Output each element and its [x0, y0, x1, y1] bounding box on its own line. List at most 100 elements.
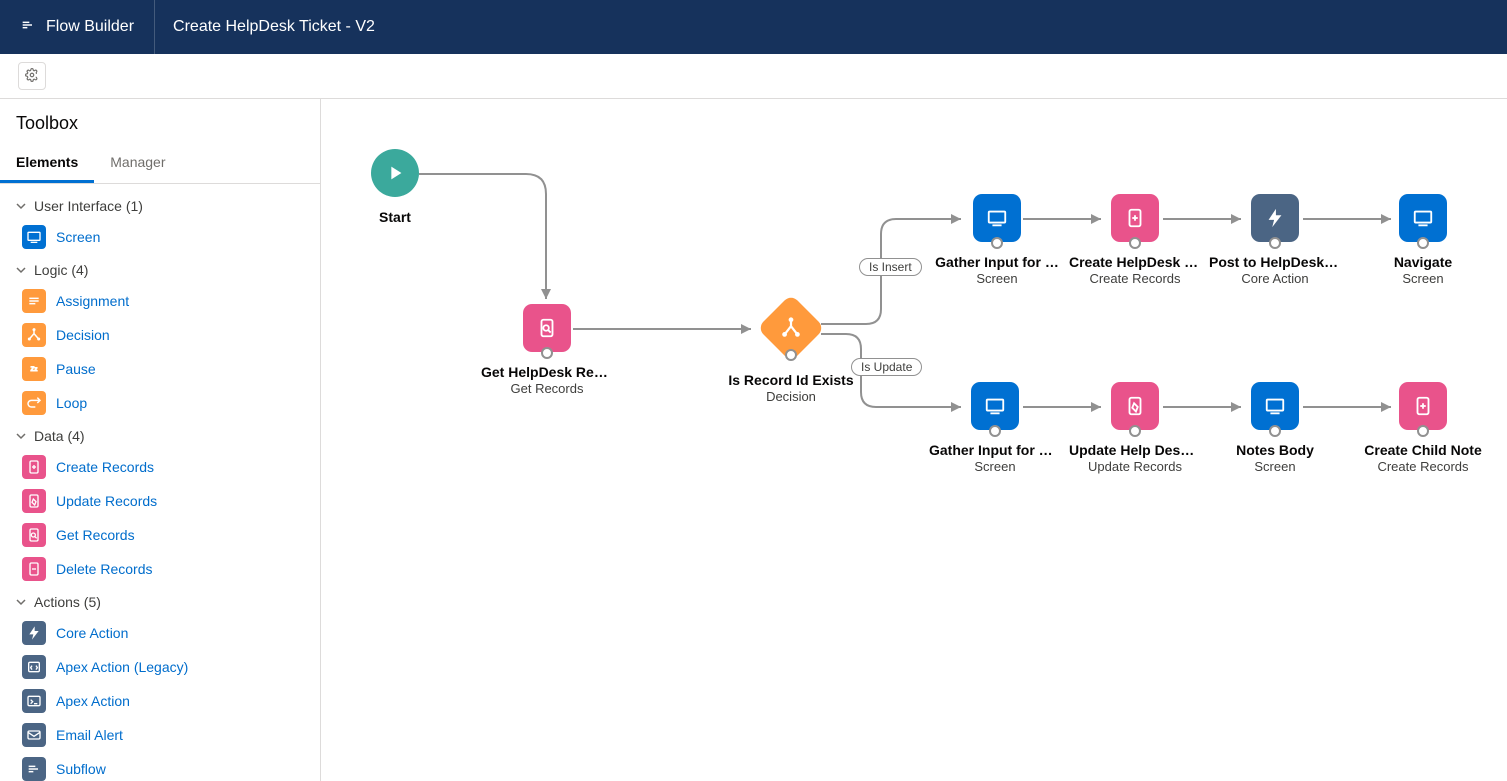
palette-apex-legacy[interactable]: Apex Action (Legacy): [8, 650, 312, 684]
loop-icon: [22, 391, 46, 415]
palette-item-label: Email Alert: [56, 727, 123, 743]
palette-create-records[interactable]: Create Records: [8, 450, 312, 484]
node-label: Gather Input for …: [931, 254, 1063, 270]
chevron-down-icon: [14, 263, 28, 277]
create-records-icon: [22, 455, 46, 479]
palette-item-label: Subflow: [56, 761, 106, 777]
screen-icon: [971, 382, 1019, 430]
bolt-icon: [1251, 194, 1299, 242]
palette-item-label: Create Records: [56, 459, 154, 475]
update-records-icon: [1111, 382, 1159, 430]
tab-elements[interactable]: Elements: [0, 144, 94, 183]
node-create-child-note[interactable]: Create Child Note Create Records: [1357, 382, 1489, 474]
palette-get-records[interactable]: Get Records: [8, 518, 312, 552]
gear-icon: [25, 68, 39, 85]
node-label: Post to HelpDesk …: [1209, 254, 1341, 270]
flow-icon: [20, 17, 36, 38]
edge-label-insert[interactable]: Is Insert: [859, 258, 922, 276]
start-icon: [371, 149, 419, 197]
tab-manager[interactable]: Manager: [94, 144, 181, 183]
palette-update-records[interactable]: Update Records: [8, 484, 312, 518]
create-records-icon: [1111, 194, 1159, 242]
palette-pause[interactable]: Zz Pause: [8, 352, 312, 386]
node-gather-input-2[interactable]: Gather Input for h… Screen: [929, 382, 1061, 474]
sidebar: Toolbox Elements Manager User Interface …: [0, 99, 321, 781]
palette-email-alert[interactable]: Email Alert: [8, 718, 312, 752]
subflow-icon: [22, 757, 46, 781]
node-label: Create HelpDesk r…: [1069, 254, 1201, 270]
palette-core-action[interactable]: Core Action: [8, 616, 312, 650]
get-records-icon: [523, 304, 571, 352]
assignment-icon: [22, 289, 46, 313]
element-tree: User Interface (1) Screen Logic (4) Assi…: [0, 184, 320, 781]
node-subtext: Core Action: [1241, 271, 1308, 286]
palette-decision[interactable]: Decision: [8, 318, 312, 352]
node-create-helpdesk[interactable]: Create HelpDesk r… Create Records: [1069, 194, 1201, 286]
node-label: Create Child Note: [1357, 442, 1489, 458]
node-label: Gather Input for h…: [929, 442, 1061, 458]
node-post-helpdesk[interactable]: Post to HelpDesk … Core Action: [1209, 194, 1341, 286]
screen-icon: [1399, 194, 1447, 242]
node-update-helpdesk[interactable]: Update Help Desk… Update Records: [1069, 382, 1201, 474]
palette-loop[interactable]: Loop: [8, 386, 312, 420]
toolbar: [0, 54, 1507, 99]
palette-item-label: Apex Action: [56, 693, 130, 709]
settings-button[interactable]: [18, 62, 46, 90]
flow-canvas[interactable]: Start Get HelpDesk Rec… Get Records Is R…: [321, 99, 1507, 781]
tree-section-label: Data (4): [34, 428, 85, 444]
node-subtext: Get Records: [511, 381, 584, 396]
node-label: Notes Body: [1209, 442, 1341, 458]
svg-text:Zz: Zz: [31, 367, 38, 373]
node-gather-input-1[interactable]: Gather Input for … Screen: [931, 194, 1063, 286]
tree-section-label: Logic (4): [34, 262, 88, 278]
brand: Flow Builder: [0, 0, 155, 54]
palette-subflow[interactable]: Subflow: [8, 752, 312, 781]
node-subtext: Screen: [976, 271, 1017, 286]
node-navigate[interactable]: Navigate Screen: [1357, 194, 1489, 286]
tree-section-actions[interactable]: Actions (5): [8, 588, 312, 616]
node-decision[interactable]: Is Record Id Exists Decision: [701, 296, 881, 404]
edge-label-update[interactable]: Is Update: [851, 358, 922, 376]
node-subtext: Screen: [1402, 271, 1443, 286]
palette-delete-records[interactable]: Delete Records: [8, 552, 312, 586]
node-notes-body[interactable]: Notes Body Screen: [1209, 382, 1341, 474]
palette-item-label: Apex Action (Legacy): [56, 659, 188, 675]
node-label: Get HelpDesk Rec…: [481, 364, 613, 380]
chevron-down-icon: [14, 429, 28, 443]
palette-item-label: Assignment: [56, 293, 129, 309]
palette-item-label: Delete Records: [56, 561, 153, 577]
code-icon: [22, 655, 46, 679]
screen-icon: [1251, 382, 1299, 430]
sidebar-title: Toolbox: [0, 99, 320, 144]
node-subtext: Decision: [766, 389, 816, 404]
palette-item-label: Pause: [56, 361, 96, 377]
tree-section-logic[interactable]: Logic (4): [8, 256, 312, 284]
page-title: Create HelpDesk Ticket - V2: [155, 18, 393, 36]
tree-section-data[interactable]: Data (4): [8, 422, 312, 450]
terminal-icon: [22, 689, 46, 713]
palette-assignment[interactable]: Assignment: [8, 284, 312, 318]
node-subtext: Screen: [974, 459, 1015, 474]
chevron-down-icon: [14, 199, 28, 213]
pause-icon: Zz: [22, 357, 46, 381]
palette-item-label: Decision: [56, 327, 110, 343]
screen-icon: [22, 225, 46, 249]
delete-records-icon: [22, 557, 46, 581]
decision-icon: [22, 323, 46, 347]
palette-item-label: Core Action: [56, 625, 128, 641]
palette-screen[interactable]: Screen: [8, 220, 312, 254]
tree-section-ui[interactable]: User Interface (1): [8, 192, 312, 220]
palette-item-label: Screen: [56, 229, 100, 245]
node-subtext: Create Records: [1377, 459, 1468, 474]
node-start[interactable]: Start: [329, 149, 461, 225]
node-get-records[interactable]: Get HelpDesk Rec… Get Records: [481, 304, 613, 396]
app-header: Flow Builder Create HelpDesk Ticket - V2: [0, 0, 1507, 54]
sidebar-tabs: Elements Manager: [0, 144, 320, 184]
palette-item-label: Update Records: [56, 493, 157, 509]
get-records-icon: [22, 523, 46, 547]
chevron-down-icon: [14, 595, 28, 609]
bolt-icon: [22, 621, 46, 645]
palette-apex[interactable]: Apex Action: [8, 684, 312, 718]
brand-text: Flow Builder: [46, 18, 134, 36]
create-records-icon: [1399, 382, 1447, 430]
